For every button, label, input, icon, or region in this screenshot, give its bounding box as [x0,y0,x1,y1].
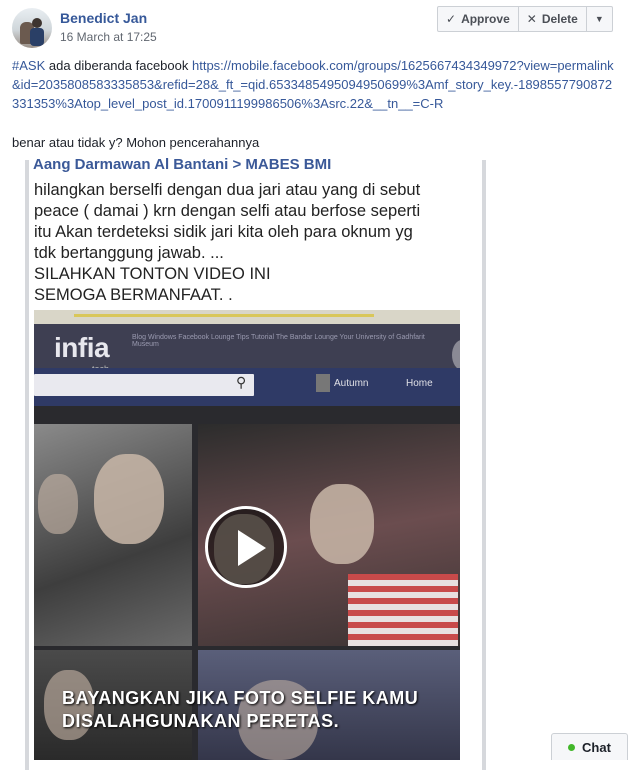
post-question: benar atau tidak y? Mohon pencerahannya [12,135,260,150]
close-icon: ✕ [526,12,537,26]
shared-post-header: Aang Darmawan Al Bantani > MABES BMI [33,156,332,173]
shared-body-line: SILAHKAN TONTON VIDEO INI [34,265,271,283]
post-text: #ASK ada diberanda facebook https://mobi… [12,56,616,113]
video-caption-line: BAYANGKAN JIKA FOTO SELFIE KAMU [62,688,419,708]
post-text-segment: ada diberanda facebook [45,58,192,73]
site-menu: Blog Windows Facebook Lounge Tips Tutori… [132,334,425,348]
caret-down-icon: ▼ [594,14,604,24]
shared-body-line: tdk bertanggung jawab. ... [34,244,224,262]
site-nav-link: Home [406,378,433,389]
delete-label: Delete [541,12,578,26]
site-nav-link: Autumn [334,378,369,389]
author-name[interactable]: Benedict Jan [60,10,147,26]
browser-bar [34,310,460,324]
selfie-photo [34,424,192,646]
play-icon[interactable] [205,506,287,588]
approve-label: Approve [461,12,510,26]
search-icon: ⚲ [236,374,247,390]
site-logo: infia [54,332,110,363]
approve-button[interactable]: ✓ Approve [438,7,519,31]
post-timestamp[interactable]: 16 March at 17:25 [60,30,157,44]
check-icon: ✓ [446,12,457,26]
hashtag-link[interactable]: #ASK [12,58,45,73]
shared-body-line: itu Akan terdeteksi sidik jari kita oleh… [34,223,413,241]
author-avatar[interactable] [12,8,52,48]
video-thumbnail[interactable]: infia tech Blog Windows Facebook Lounge … [34,310,460,760]
shared-post-body: hilangkan berselfi dengan dua jari atau … [34,180,454,306]
site-search-box [34,374,254,396]
chat-tab[interactable]: Chat [551,733,628,760]
online-status-dot [568,743,576,751]
address-strip [74,314,374,317]
shared-body-line: peace ( damai ) krn dengan selfi atau be… [34,202,421,220]
video-caption-line: DISALAHGUNAKAN PERETAS. [62,711,340,731]
chat-label: Chat [582,739,611,755]
moderation-actions: ✓ Approve ✕ Delete ▼ [437,6,613,32]
shared-body-line: SEMOGA BERMANFAAT. . [34,286,233,304]
shared-body-line: hilangkan berselfi dengan dua jari atau … [34,181,421,199]
delete-button[interactable]: ✕ Delete [519,7,587,31]
more-options-button[interactable]: ▼ [587,7,612,31]
site-nav-avatar [316,374,330,392]
